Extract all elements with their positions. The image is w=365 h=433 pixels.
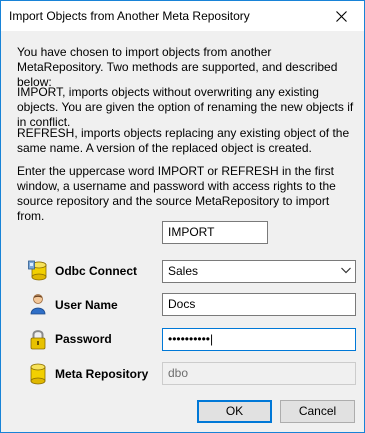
window-title: Import Objects from Another Meta Reposit… xyxy=(9,9,250,23)
title-bar: Import Objects from Another Meta Reposit… xyxy=(1,1,364,31)
password-input[interactable]: ••••••••••| xyxy=(162,328,356,351)
database-icon xyxy=(30,363,46,385)
import-dialog: Import Objects from Another Meta Reposit… xyxy=(0,0,365,433)
odbc-label: Odbc Connect xyxy=(55,264,138,278)
meta-repository-input: dbo xyxy=(162,362,356,385)
padlock-icon xyxy=(30,330,46,350)
ok-button[interactable]: OK xyxy=(197,400,272,423)
meta-repository-label: Meta Repository xyxy=(55,367,149,381)
user-icon xyxy=(30,294,46,315)
close-icon xyxy=(335,10,347,22)
intro-text-4: Enter the uppercase word IMPORT or REFRE… xyxy=(17,164,336,223)
cancel-button[interactable]: Cancel xyxy=(280,400,355,423)
user-name-input[interactable]: Docs xyxy=(162,293,356,316)
password-label: Password xyxy=(55,332,112,346)
user-name-label: User Name xyxy=(55,298,118,312)
dialog-content: You have chosen to import objects from a… xyxy=(1,31,364,432)
intro-text-3: REFRESH, imports objects replacing any e… xyxy=(17,126,350,155)
odbc-selected-value: Sales xyxy=(168,264,199,278)
odbc-connect-select[interactable]: Sales xyxy=(162,260,356,283)
database-connect-icon xyxy=(28,260,47,281)
intro-text-2: IMPORT, imports objects without overwrit… xyxy=(17,85,354,129)
intro-text-1: You have chosen to import objects from a… xyxy=(17,45,338,89)
chevron-down-icon xyxy=(341,267,351,274)
mode-input[interactable]: IMPORT xyxy=(162,221,268,244)
close-button[interactable] xyxy=(318,1,364,31)
